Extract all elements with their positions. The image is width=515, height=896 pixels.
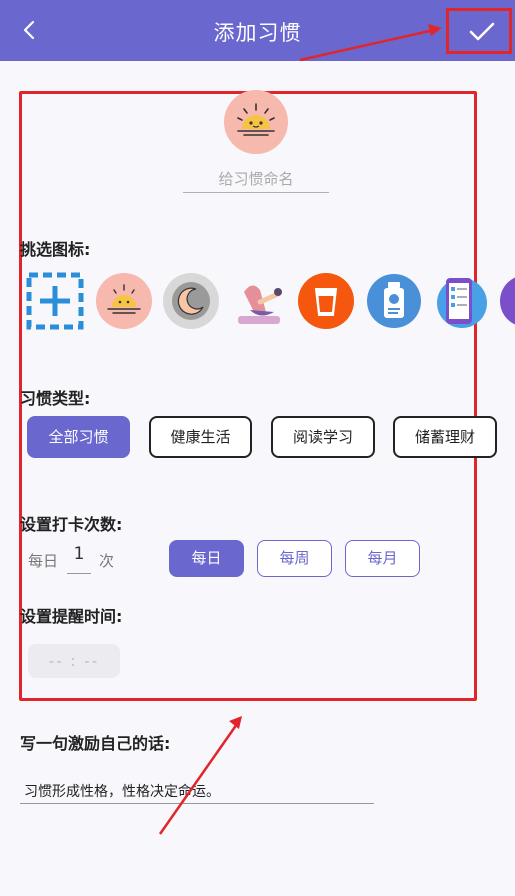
phone-checklist-icon — [437, 278, 487, 328]
motto-input[interactable] — [20, 778, 374, 804]
checkin-count-input[interactable]: 1 — [67, 544, 91, 574]
icon-option-sunrise[interactable] — [95, 272, 153, 330]
habit-type-saving[interactable]: 储蓄理财 — [393, 416, 497, 458]
checkin-label: 设置打卡次数: — [20, 515, 123, 534]
icon-picker-label: 挑选图标: — [20, 240, 91, 259]
add-custom-icon — [26, 272, 84, 330]
checkin-prefix: 每日 — [28, 552, 59, 570]
period-weekly-button[interactable]: 每周 — [257, 540, 332, 577]
icon-option-moon[interactable] — [162, 272, 220, 330]
partial-icon — [500, 277, 515, 325]
water-cup-icon — [298, 273, 354, 329]
habit-type-health[interactable]: 健康生活 — [149, 416, 252, 458]
icon-option-partial[interactable] — [499, 272, 515, 330]
period-monthly-button[interactable]: 每月 — [345, 540, 420, 577]
page-title: 添加习惯 — [213, 21, 302, 45]
habit-name-input[interactable] — [183, 165, 329, 193]
moon-icon — [163, 273, 219, 329]
reminder-label: 设置提醒时间: — [20, 607, 123, 626]
sunrise-icon — [237, 103, 275, 136]
habit-type-all[interactable]: 全部习惯 — [27, 416, 130, 458]
sunrise-icon — [96, 273, 152, 329]
icon-option-water[interactable] — [297, 272, 355, 330]
icon-picker-row — [0, 272, 515, 334]
motto-label: 写一句激励自己的话: — [20, 734, 171, 753]
icon-option-checklist[interactable] — [433, 272, 491, 330]
reminder-time-picker[interactable]: -- : -- — [28, 644, 120, 678]
icon-option-yoga[interactable] — [230, 272, 288, 330]
habit-type-reading[interactable]: 阅读学习 — [271, 416, 375, 458]
icon-option-add[interactable] — [26, 272, 84, 330]
confirm-button[interactable] — [446, 8, 512, 54]
checkin-suffix: 次 — [99, 552, 115, 570]
selected-habit-icon[interactable] — [224, 90, 288, 154]
check-icon — [469, 22, 495, 41]
icon-option-medicine[interactable] — [365, 272, 423, 330]
habit-type-label: 习惯类型: — [20, 389, 91, 408]
yoga-icon — [238, 285, 282, 324]
period-daily-button[interactable]: 每日 — [169, 540, 244, 577]
app-header: 添加习惯 — [0, 0, 515, 61]
medicine-bottle-icon — [367, 274, 421, 328]
